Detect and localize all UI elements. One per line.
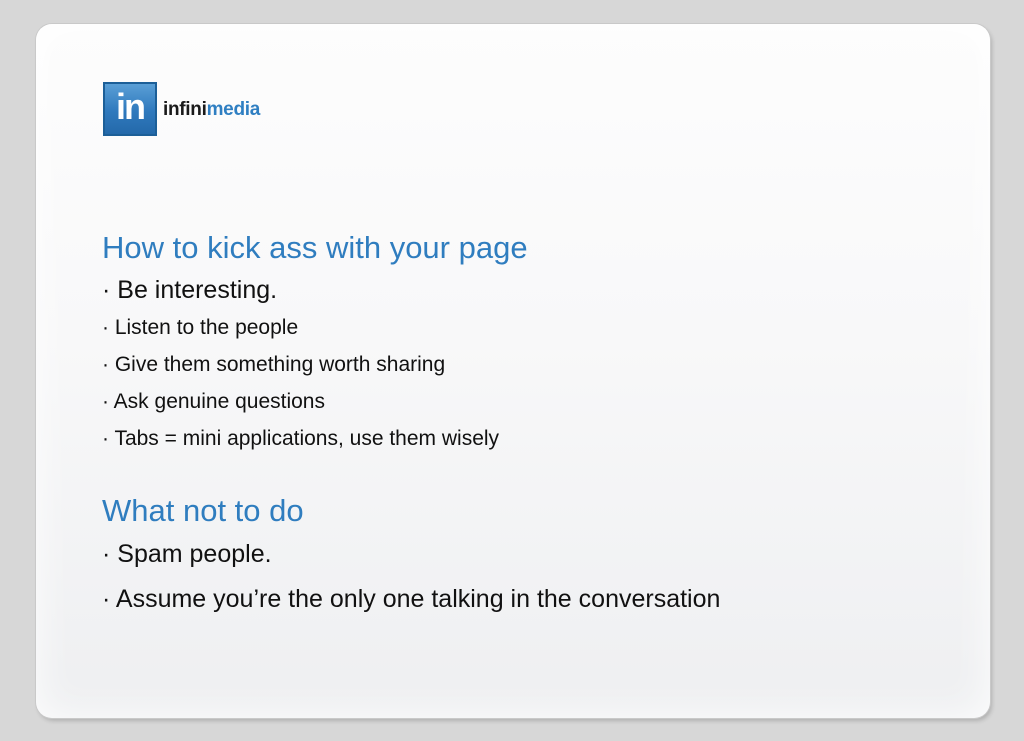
list-item: · Ask genuine questions xyxy=(102,390,325,413)
donts-list: · Spam people. · Assume you’re the only … xyxy=(102,539,742,614)
list-item: · Tabs = mini applications, use them wis… xyxy=(102,427,500,450)
list-item: · Listen to the people xyxy=(102,316,299,339)
infinimedia-logo: in infinimedia xyxy=(103,82,260,136)
list-item: · Give them something worth sharing xyxy=(102,353,446,376)
logo-mark: in xyxy=(103,82,157,136)
slide-content: How to kick ass with your page · Be inte… xyxy=(102,230,742,614)
logo-wordmark: infinimedia xyxy=(163,99,260,121)
slide: in infinimedia How to kick ass with your… xyxy=(36,24,990,718)
logo-text-media: media xyxy=(206,99,261,120)
section-heading-tips: How to kick ass with your page xyxy=(102,230,528,265)
tips-list: · Be interesting. · Listen to the people… xyxy=(102,275,742,451)
logo-text-infini: infini xyxy=(163,99,207,120)
list-item: · Assume you’re the only one talking in … xyxy=(102,585,721,613)
list-item: · Be interesting. xyxy=(102,276,278,304)
section-heading-donts: What not to do xyxy=(102,493,304,528)
list-item: · Spam people. xyxy=(102,540,272,568)
